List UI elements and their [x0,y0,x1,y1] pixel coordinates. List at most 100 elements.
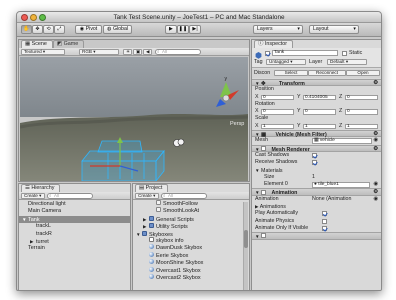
hierarchy-item[interactable]: trackL [19,223,130,230]
static-label: Static [349,50,363,56]
project-create-button[interactable]: Create ▾ [135,193,159,199]
project-item-label: SmoothLookAt [163,208,200,215]
step-button[interactable]: ▶| [189,25,201,34]
global-label: Global [112,26,128,32]
render-mode-dropdown[interactable]: RGB ▾ [79,49,119,55]
mesh-renderer-header[interactable]: ▼ Mesh Renderer ⚙ [252,144,381,153]
pause-button[interactable]: ❚❚ [177,25,189,34]
cast-shadows-checkbox[interactable] [312,152,317,158]
position-z-field[interactable]: 0 [345,94,378,101]
mesh-field[interactable]: ▦ vehicle [312,138,372,144]
triangle-down-icon: ▼ [255,81,260,86]
render-mode-value: RGB [82,49,92,54]
transform-header[interactable]: ▼ ✥ Transform ⚙ [252,79,381,87]
pivot-button[interactable]: ◉ Pivot [75,25,102,34]
mesh-value: vehicle [319,138,335,144]
unity-window: Tank Test Scene.unity – JoeTest1 – PC an… [16,11,382,291]
scale-y-field[interactable]: 1 [303,123,336,130]
position-y-field[interactable]: 0.4104005 [303,94,336,101]
animation-checkbox[interactable] [261,189,267,195]
project-item[interactable]: SmoothLookAt [133,207,249,215]
tab-project[interactable]: ▤ Project [135,184,169,192]
receive-shadows-checkbox[interactable] [312,160,317,166]
audio-toggle[interactable]: ◀ [143,49,152,55]
animation-header[interactable]: ▼ Animation ⚙ [252,188,381,196]
target-icon[interactable]: ◉ [373,196,378,203]
tab-game-label: Game [63,41,79,47]
next-component-header[interactable]: ▼ [252,232,381,240]
tab-hierarchy[interactable]: ☰ Hierarchy [21,184,61,192]
material-icon: ● [314,182,317,188]
project-item[interactable]: SmoothFollow [133,200,249,208]
animate-visible-checkbox[interactable] [322,225,327,231]
hierarchy-item[interactable]: Terrain [19,245,130,252]
animations-row[interactable]: ▶ Animations [252,203,381,210]
prefab-open-button[interactable]: Open [346,70,380,76]
materials-row[interactable]: ▼ Materials [252,167,381,174]
layer-dropdown[interactable]: Default ▾ [327,59,367,65]
animate-physics-checkbox[interactable] [322,218,327,224]
project-item[interactable]: Overcast2 Skybox [133,273,249,282]
hierarchy-list: Directional light Main Camera ▼Tank trackL t… [19,201,130,290]
rotation-z-field[interactable]: 0 [345,109,378,115]
play-auto-checkbox[interactable] [322,211,327,217]
prefab-select-button[interactable]: Select [274,70,308,76]
hierarchy-item[interactable]: Directional light [19,201,130,208]
rotation-y-field[interactable]: 0 [303,109,336,115]
active-checkbox[interactable] [265,51,270,56]
layout-dropdown[interactable]: Layout ▾ [309,25,359,34]
hierarchy-search-input[interactable]: ⌕ All [47,193,93,199]
scene-search-input[interactable]: ⌕ All [155,49,201,55]
component-checkbox[interactable] [261,233,267,239]
animation-value[interactable]: None (Animation [312,196,351,203]
play-button[interactable]: ▶ [165,25,177,34]
shading-dropdown[interactable]: Textured ▾ [21,49,65,55]
layers-dropdown[interactable]: Layers ▾ [253,25,303,34]
lighting-toggle[interactable]: ☀ [123,49,132,55]
global-button[interactable]: ◍ Global [103,25,132,34]
prefab-reconnect-button[interactable]: Reconnect [308,70,346,76]
scale-z-field[interactable]: 1 [345,123,378,130]
overlay-toggle[interactable]: ▣ [133,49,142,55]
hierarchy-item[interactable]: ▼Tank [19,215,130,224]
scale-x-field[interactable]: 1 [261,123,294,130]
hierarchy-item[interactable]: trackR [19,231,130,238]
object-name-field[interactable]: Tank [272,50,338,56]
size-value[interactable]: 1 [312,174,315,181]
animate-visible-label: Animate Only If Visible [255,224,309,231]
target-icon[interactable]: ◉ [373,181,378,188]
rotation-x-field[interactable]: 0 [261,109,294,115]
tab-inspector[interactable]: ⓘ Inspector [254,40,294,48]
project-list: SmoothFollow SmoothLookAt ▶ General Scripts… [133,200,249,290]
triangle-down-icon: ▼ [255,146,260,152]
move-tool-button[interactable]: ✥ [32,25,43,34]
project-item[interactable]: ▶ Utility Scripts [133,223,249,230]
tab-game[interactable]: ◩ Game [53,40,85,48]
scene-viewport[interactable]: y [20,57,248,182]
hierarchy-item[interactable]: ▶ turret [19,238,130,245]
mesh-asset-icon: ▦ [314,138,319,144]
hand-tool-button[interactable]: ✋ [21,25,32,34]
project-item-label: Utility Scripts [156,224,188,231]
script-icon [156,200,161,206]
position-x-field[interactable]: 0 [261,94,294,101]
tab-scene[interactable]: ▦ Scene [21,40,53,48]
pivot-label: Pivot [85,26,98,32]
mesh-filter-header[interactable]: ▼ ▦ Vehicle (Mesh Filter) ⚙ [252,130,381,138]
tag-dropdown[interactable]: Untagged ▾ [266,59,306,65]
hierarchy-item[interactable]: Main Camera [19,208,130,215]
triangle-down-icon: ▼ [255,234,260,240]
target-icon[interactable]: ◉ [373,137,378,144]
hierarchy-item-label: Terrain [28,245,45,252]
rotate-tool-button[interactable]: ⟲ [43,25,54,34]
project-item[interactable]: ▶ General Scripts [133,215,249,223]
element-field[interactable]: ● tile_blue1 [312,182,370,188]
project-search-input[interactable]: ⌕ All [161,193,207,199]
mesh-renderer-checkbox[interactable] [261,145,267,151]
hierarchy-create-button[interactable]: Create ▾ [21,193,45,199]
skybox-icon [149,273,154,279]
project-scrollbar[interactable] [243,202,248,290]
scale-tool-button[interactable]: ⤢ [54,25,65,34]
static-checkbox[interactable] [342,51,347,56]
project-scroll-thumb[interactable] [244,230,248,248]
